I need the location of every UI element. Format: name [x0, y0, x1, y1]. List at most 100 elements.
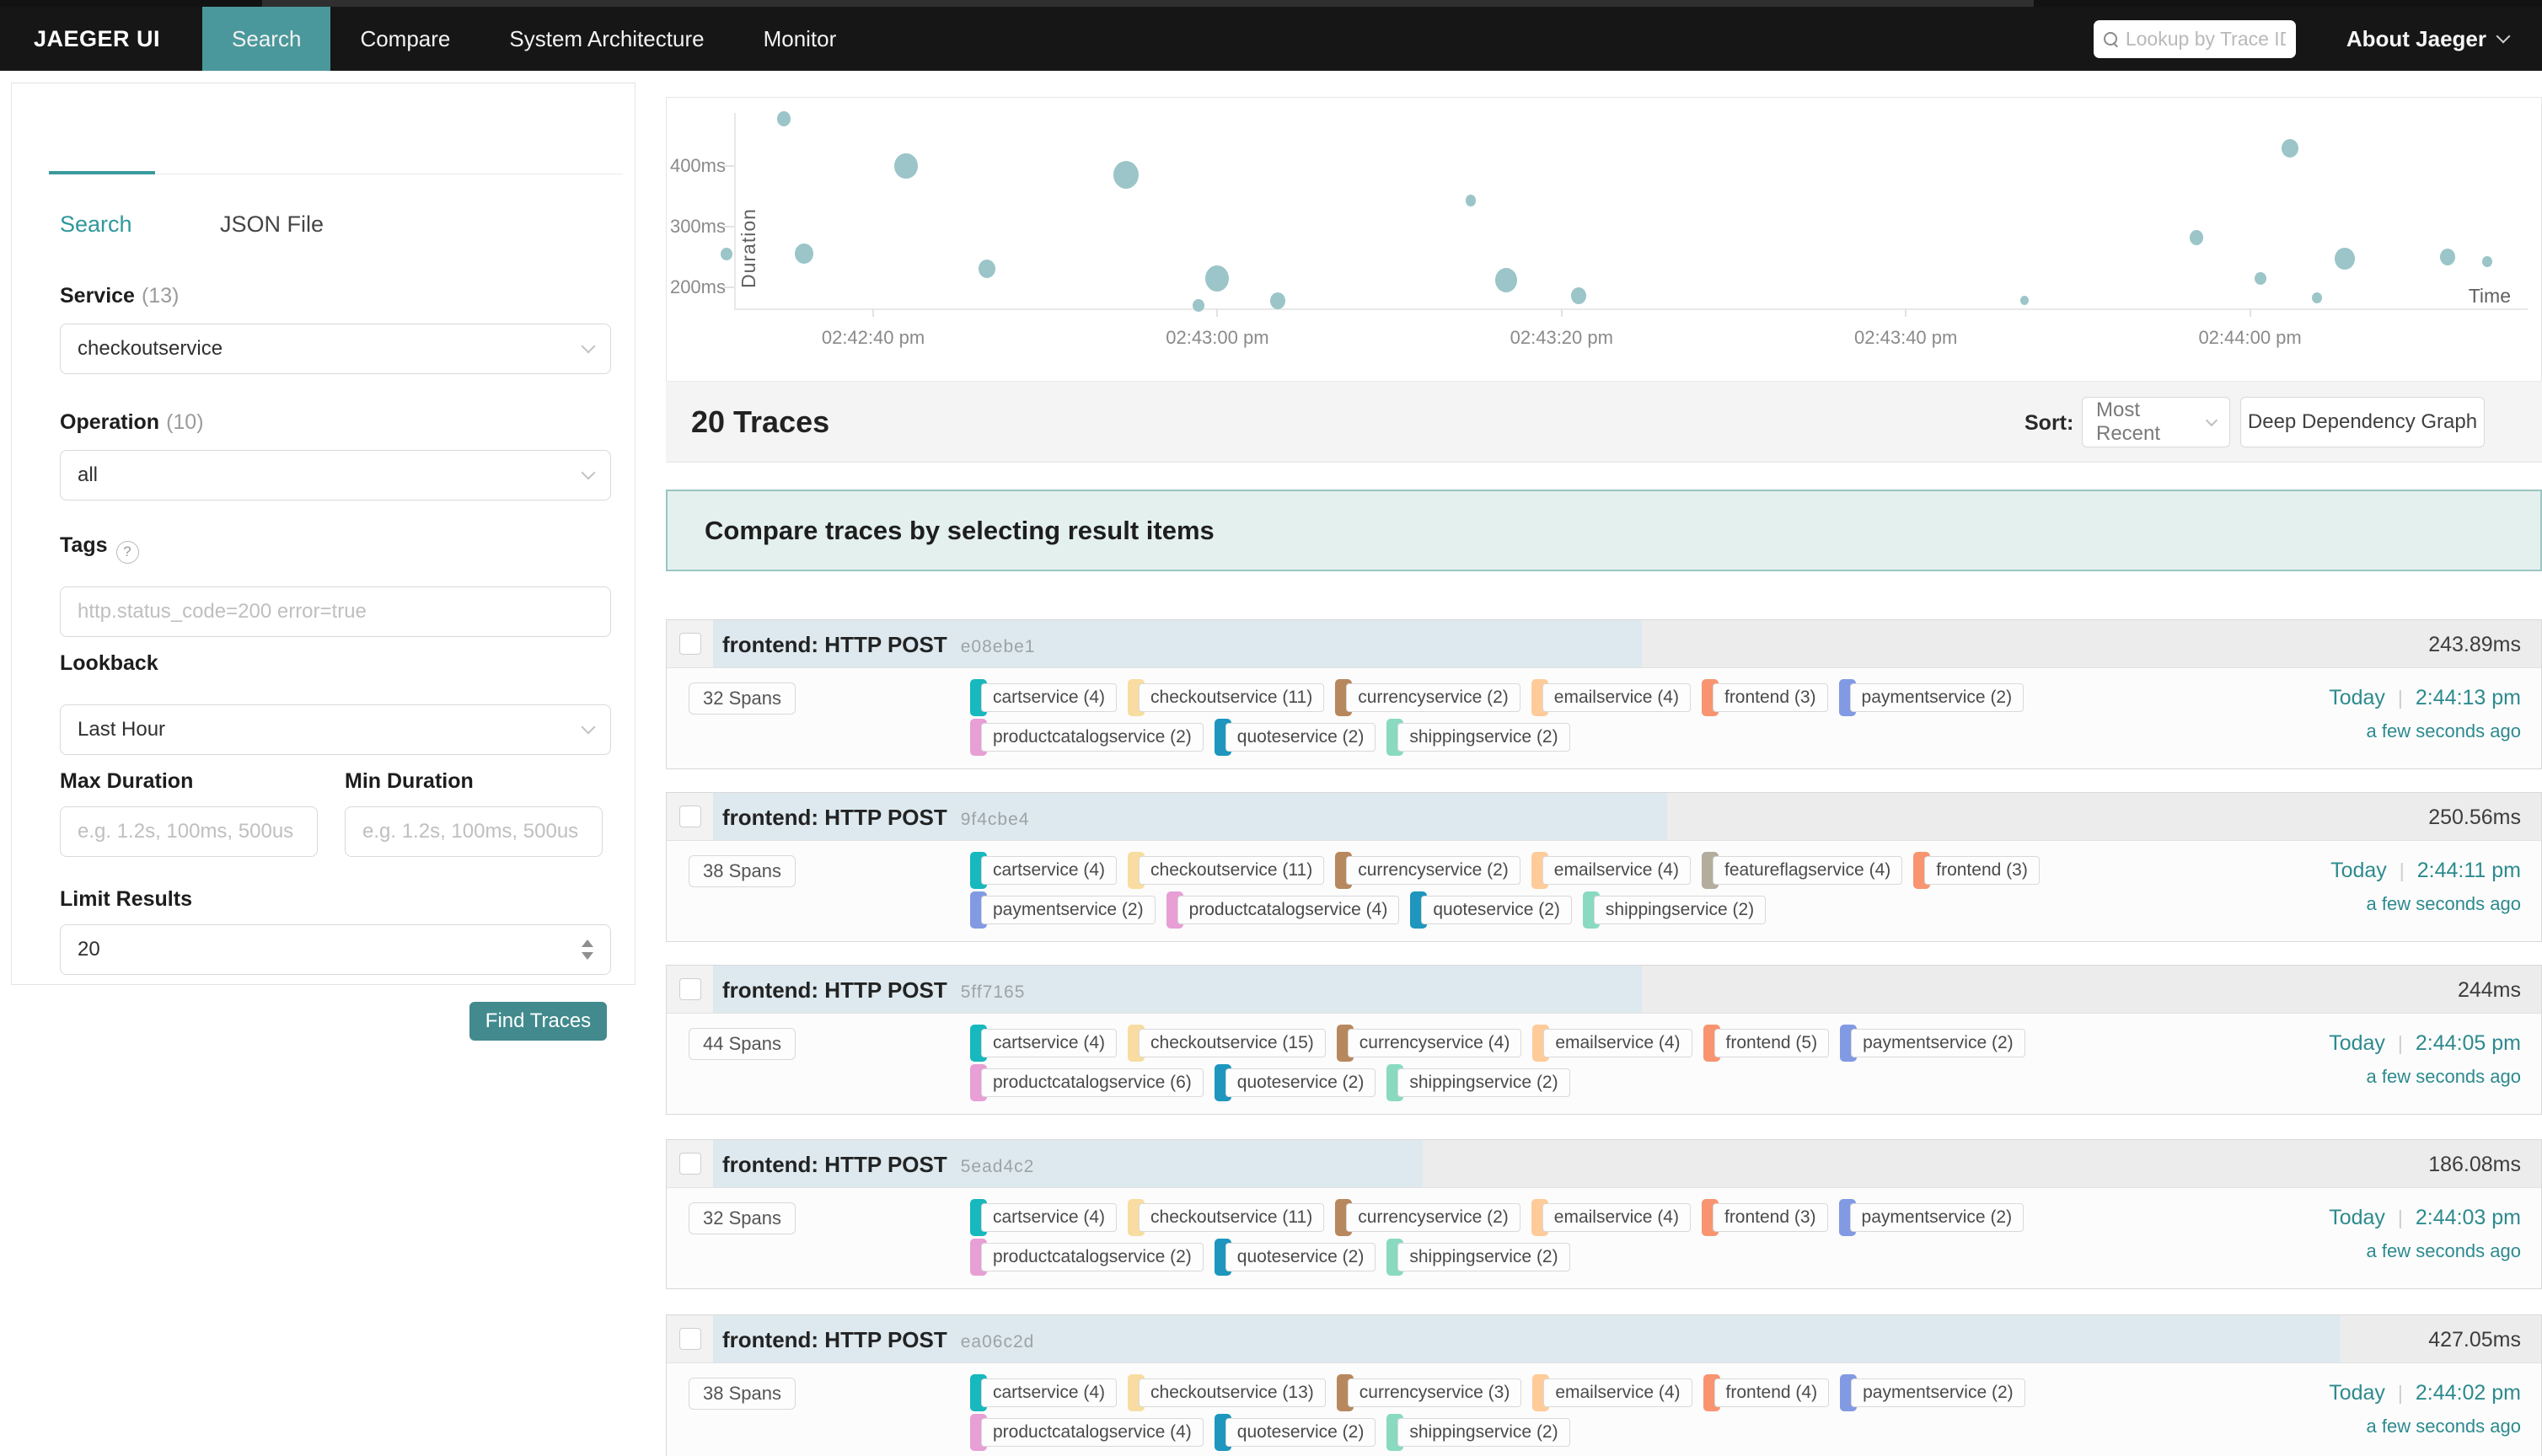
trace-result-card[interactable]: frontend: HTTP POST9f4cbe4250.56ms38 Spa… [666, 792, 2542, 942]
trace-timestamp[interactable]: Today|2:44:13 pm [2329, 686, 2521, 710]
trace-select-checkbox[interactable] [679, 1153, 701, 1175]
trace-scatter-point[interactable] [2020, 296, 2029, 305]
trace-time-info: Today|2:44:13 pma few seconds ago [2329, 686, 2521, 742]
limit-results-input[interactable]: 20 [60, 924, 611, 975]
trace-scatter-point[interactable] [2312, 292, 2322, 303]
deep-dependency-graph-button[interactable]: Deep Dependency Graph [2240, 397, 2485, 447]
app-logo[interactable]: JAEGER UI [0, 7, 202, 71]
service-tag-label: quoteservice (2) [1225, 1418, 1376, 1447]
trace-title-link[interactable]: frontend: HTTP POST9f4cbe4 [722, 805, 1029, 831]
tags-label: Tags? [60, 533, 139, 564]
service-tag: paymentservice (2) [1840, 1374, 2025, 1411]
trace-title-link[interactable]: frontend: HTTP POSTe08ebe1 [722, 632, 1036, 658]
service-tag-label: currencyservice (2) [1346, 683, 1520, 712]
trace-timestamp[interactable]: Today|2:44:03 pm [2329, 1206, 2521, 1230]
timestamp-separator: | [2398, 1382, 2403, 1405]
trace-timestamp[interactable]: Today|2:44:11 pm [2330, 859, 2521, 883]
trace-timestamp[interactable]: Today|2:44:02 pm [2329, 1381, 2521, 1405]
x-tick-label: 02:43:20 pm [1477, 327, 1646, 349]
service-tag-label: emailservice (4) [1543, 1378, 1692, 1407]
trace-result-card[interactable]: frontend: HTTP POSTe08ebe1243.89ms32 Spa… [666, 619, 2542, 769]
limit-results-label: Limit Results [60, 887, 192, 912]
trace-scatter-point[interactable] [795, 244, 813, 264]
operation-select[interactable]: all [60, 450, 611, 500]
stepper-up-icon[interactable] [582, 939, 593, 947]
help-icon[interactable]: ? [116, 541, 139, 564]
span-count-chip: 44 Spans [689, 1028, 796, 1060]
service-tag: checkoutservice (11) [1128, 1199, 1324, 1236]
trace-scatter-point[interactable] [777, 111, 791, 126]
service-tag-label: quoteservice (2) [1421, 896, 1572, 924]
y-tick-label: 200ms [667, 276, 726, 298]
trace-scatter-point[interactable] [894, 153, 918, 179]
tags-input[interactable]: http.status_code=200 error=true [60, 586, 611, 637]
trace-scatter-point[interactable] [1571, 287, 1586, 304]
chevron-down-icon [2496, 29, 2511, 44]
jaeger-search-page: JAEGER UI SearchCompareSystem Architectu… [0, 0, 2542, 1456]
trace-result-card[interactable]: frontend: HTTP POST5ead4c2186.08ms32 Spa… [666, 1139, 2542, 1289]
tab-search[interactable]: Search [60, 211, 132, 238]
trace-scatter-point[interactable] [1205, 265, 1229, 292]
service-tag: featureflagservice (4) [1702, 852, 1902, 889]
nav-tab-monitor[interactable]: Monitor [734, 7, 866, 71]
service-tag: shippingservice (2) [1386, 1414, 1569, 1451]
trace-title-link[interactable]: frontend: HTTP POST5ead4c2 [722, 1152, 1034, 1178]
trace-scatter-point[interactable] [2440, 249, 2455, 265]
trace-select-checkbox[interactable] [679, 806, 701, 827]
nav-tab-search[interactable]: Search [202, 7, 330, 71]
sort-select[interactable]: Most Recent [2082, 397, 2230, 447]
timestamp-separator: | [2398, 1207, 2403, 1229]
trace-select-checkbox[interactable] [679, 633, 701, 655]
trace-scatter-point[interactable] [1113, 161, 1139, 189]
service-tag: shippingservice (2) [1386, 1239, 1569, 1276]
service-tag-row: cartservice (4)checkoutservice (11)curre… [970, 679, 2035, 716]
max-duration-input[interactable]: e.g. 1.2s, 100ms, 500us [60, 806, 318, 857]
trace-id: e08ebe1 [961, 637, 1036, 656]
service-select[interactable]: checkoutservice [60, 324, 611, 374]
trace-lookup-box[interactable] [2094, 20, 2296, 58]
nav-tab-system-architecture[interactable]: System Architecture [480, 7, 733, 71]
trace-select-checkbox[interactable] [679, 978, 701, 1000]
trace-scatter-point[interactable] [1270, 292, 1285, 309]
trace-scatter-point[interactable] [1495, 268, 1517, 292]
trace-select-checkbox[interactable] [679, 1328, 701, 1350]
trace-scatter-point[interactable] [1193, 299, 1204, 312]
service-tag-label: productcatalogservice (4) [981, 1418, 1204, 1447]
trace-scatter-point[interactable] [2482, 256, 2492, 267]
service-tag-label: emailservice (4) [1542, 683, 1691, 712]
trace-result-card[interactable]: frontend: HTTP POSTea06c2d427.05ms38 Spa… [666, 1314, 2542, 1456]
trace-timestamp[interactable]: Today|2:44:05 pm [2329, 1031, 2521, 1056]
service-tag-row: paymentservice (2)productcatalogservice … [970, 891, 1777, 929]
trace-scatter-point[interactable] [2282, 139, 2298, 158]
trace-scatter-point[interactable] [2335, 248, 2355, 270]
trace-time: 2:44:05 pm [2416, 1031, 2521, 1056]
trace-lookup-input[interactable] [2126, 28, 2286, 51]
stepper-down-icon[interactable] [582, 952, 593, 960]
trace-scatter-point[interactable] [1466, 195, 1476, 206]
trace-date: Today [2329, 1031, 2385, 1056]
trace-date: Today [2329, 1206, 2385, 1230]
trace-title-link[interactable]: frontend: HTTP POST5ff7165 [722, 977, 1025, 1004]
min-duration-input[interactable]: e.g. 1.2s, 100ms, 500us [345, 806, 603, 857]
lookback-select[interactable]: Last Hour [60, 704, 611, 755]
trace-scatter-point[interactable] [979, 260, 995, 278]
service-tag: checkoutservice (13) [1128, 1374, 1326, 1411]
tab-json-file[interactable]: JSON File [220, 211, 324, 238]
service-tag-label: productcatalogservice (6) [981, 1068, 1204, 1097]
service-tag: emailservice (4) [1532, 1025, 1692, 1062]
nav-tab-compare[interactable]: Compare [330, 7, 480, 71]
trace-scatter-point[interactable] [2255, 272, 2266, 285]
trace-title-link[interactable]: frontend: HTTP POSTea06c2d [722, 1327, 1034, 1353]
service-tag-label: emailservice (4) [1542, 856, 1691, 885]
service-tag-label: paymentservice (2) [1851, 1378, 2025, 1407]
about-jaeger-menu[interactable]: About Jaeger [2346, 26, 2508, 52]
duration-scatter-chart[interactable]: Duration Time 200ms300ms400ms02:42:40 pm… [666, 97, 2542, 383]
service-tag-label: currencyservice (4) [1348, 1029, 1522, 1057]
y-axis-title: Duration [737, 208, 760, 288]
service-tag-label: quoteservice (2) [1225, 723, 1376, 752]
trace-result-card[interactable]: frontend: HTTP POST5ff7165244ms44 Spansc… [666, 965, 2542, 1115]
number-stepper[interactable] [570, 939, 593, 960]
trace-scatter-point[interactable] [2190, 230, 2203, 245]
find-traces-button[interactable]: Find Traces [469, 1002, 607, 1041]
trace-scatter-point[interactable] [721, 248, 732, 260]
